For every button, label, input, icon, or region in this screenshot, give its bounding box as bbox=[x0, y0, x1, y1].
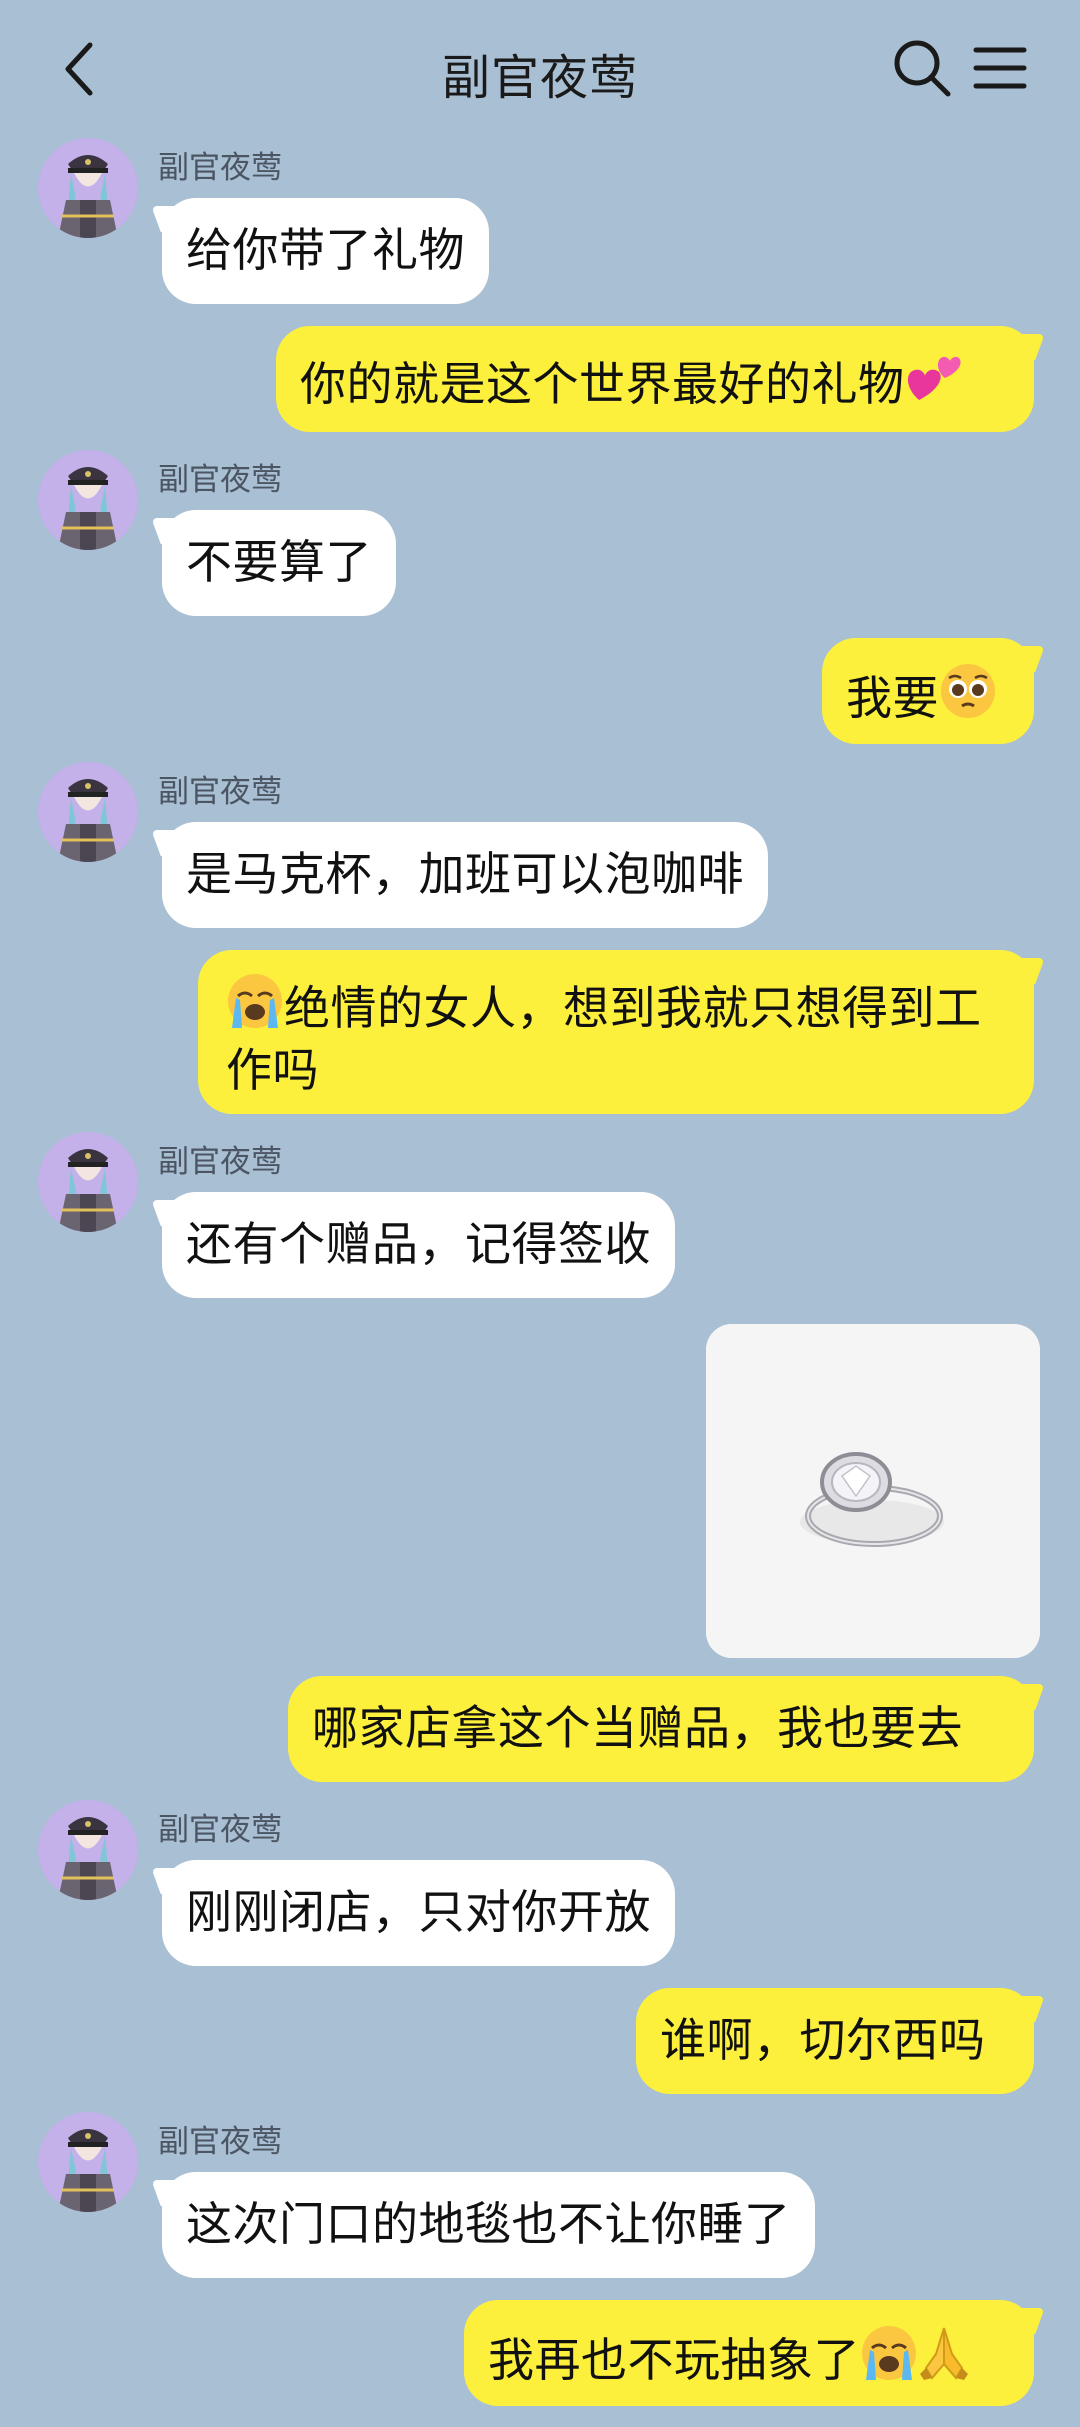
message-bubble-incoming[interactable]: 刚刚闭店，只对你开放 bbox=[162, 1860, 675, 1966]
message-bubble-incoming[interactable]: 给你带了礼物 bbox=[162, 198, 489, 304]
sender-name: 副官夜莺 bbox=[158, 150, 282, 186]
avatar-image bbox=[38, 2112, 138, 2212]
sender-name: 副官夜莺 bbox=[158, 462, 282, 498]
message-text: 我要 bbox=[846, 671, 939, 725]
message-text: 谁啊，切尔西吗 bbox=[660, 2013, 986, 2067]
sender-avatar[interactable] bbox=[38, 450, 138, 550]
loudly-crying-face-icon bbox=[860, 2324, 918, 2394]
message-bubble-outgoing[interactable]: 哪家店拿这个当赠品，我也要去 bbox=[288, 1676, 1034, 1782]
loudly-crying-face-icon bbox=[226, 972, 284, 1042]
message-text: 不要算了 bbox=[186, 535, 372, 589]
sender-avatar[interactable] bbox=[38, 2112, 138, 2212]
sender-avatar[interactable] bbox=[38, 1800, 138, 1900]
search-button[interactable] bbox=[890, 36, 954, 100]
ring-image bbox=[706, 1324, 1040, 1658]
folded-hands-icon bbox=[918, 2324, 970, 2394]
message-bubble-outgoing[interactable]: 我再也不玩抽象了 bbox=[464, 2300, 1034, 2406]
two-hearts-icon bbox=[905, 350, 965, 418]
sender-name: 副官夜莺 bbox=[158, 1812, 282, 1848]
message-bubble-outgoing[interactable]: 你的就是这个世界最好的礼物 bbox=[276, 326, 1034, 432]
message-bubble-outgoing[interactable]: 我要 bbox=[822, 638, 1034, 744]
sender-name: 副官夜莺 bbox=[158, 1144, 282, 1180]
message-bubble-outgoing[interactable]: 谁啊，切尔西吗 bbox=[636, 1988, 1034, 2094]
avatar-image bbox=[38, 1132, 138, 1232]
pleading-face-icon bbox=[939, 662, 997, 732]
sender-name: 副官夜莺 bbox=[158, 2124, 282, 2160]
chat-header: 副官夜莺 bbox=[0, 0, 1080, 140]
message-text: 绝情的女人，想到我就只想得到工作吗 bbox=[226, 981, 982, 1097]
sender-avatar[interactable] bbox=[38, 1132, 138, 1232]
avatar-image bbox=[38, 762, 138, 862]
message-bubble-incoming[interactable]: 不要算了 bbox=[162, 510, 396, 616]
sender-avatar[interactable] bbox=[38, 762, 138, 862]
message-text: 刚刚闭店，只对你开放 bbox=[186, 1885, 651, 1939]
avatar-image bbox=[38, 138, 138, 238]
message-bubble-incoming[interactable]: 是马克杯，加班可以泡咖啡 bbox=[162, 822, 768, 928]
message-bubble-incoming[interactable]: 这次门口的地毯也不让你睡了 bbox=[162, 2172, 815, 2278]
avatar-image bbox=[38, 1800, 138, 1900]
message-bubble-outgoing[interactable]: 绝情的女人，想到我就只想得到工作吗 bbox=[198, 950, 1034, 1114]
message-text: 是马克杯，加班可以泡咖啡 bbox=[186, 847, 744, 901]
avatar-image bbox=[38, 450, 138, 550]
sender-name: 副官夜莺 bbox=[158, 774, 282, 810]
message-text: 你的就是这个世界最好的礼物 bbox=[300, 357, 905, 411]
message-bubble-incoming[interactable]: 还有个赠品，记得签收 bbox=[162, 1192, 675, 1298]
sender-avatar[interactable] bbox=[38, 138, 138, 238]
message-text: 还有个赠品，记得签收 bbox=[186, 1217, 651, 1271]
message-text: 哪家店拿这个当赠品，我也要去 bbox=[312, 1701, 963, 1755]
message-text: 给你带了礼物 bbox=[186, 223, 465, 277]
message-text: 我再也不玩抽象了 bbox=[488, 2333, 860, 2387]
message-text: 这次门口的地毯也不让你睡了 bbox=[186, 2197, 791, 2251]
menu-button[interactable] bbox=[972, 40, 1028, 96]
image-message[interactable] bbox=[706, 1324, 1040, 1658]
hamburger-menu-icon bbox=[973, 47, 1027, 89]
search-icon bbox=[894, 40, 951, 97]
